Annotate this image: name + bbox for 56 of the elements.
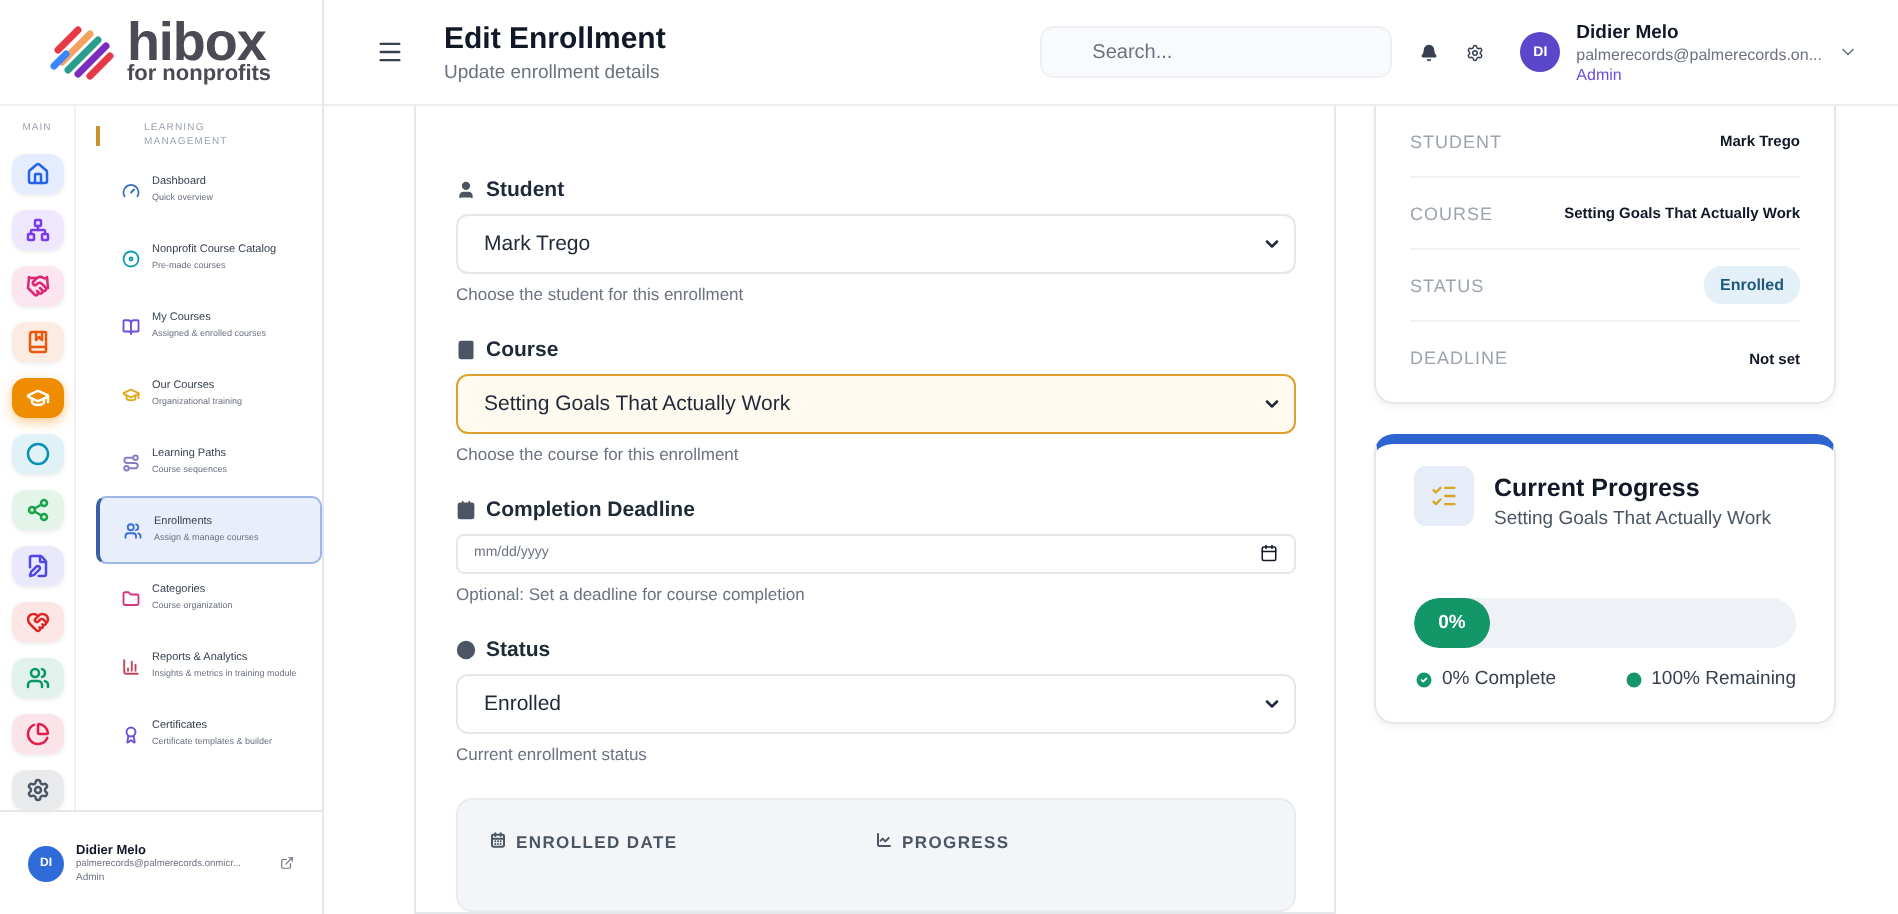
rail-tab[interactable] bbox=[11, 210, 63, 250]
select-field[interactable]: Enrolled bbox=[456, 674, 1296, 735]
progress-title: Current Progress bbox=[1494, 474, 1702, 502]
page-title: Edit Enrollment bbox=[444, 21, 668, 55]
progress-fill: 0% bbox=[1414, 598, 1490, 648]
rail-tab[interactable] bbox=[11, 602, 63, 642]
calendar-icon bbox=[490, 832, 506, 849]
rail-tab[interactable] bbox=[11, 490, 63, 530]
summary-label: DEADLINE bbox=[1410, 348, 1509, 368]
info-column-label: ENROLLED DATE bbox=[516, 832, 678, 853]
field-label-text: Student bbox=[486, 178, 565, 202]
summary-label: STUDENT bbox=[1410, 131, 1502, 151]
status-badge: Enrolled bbox=[1703, 266, 1800, 304]
remaining-legend: 100% Remaining bbox=[1651, 668, 1796, 690]
line-chart-icon bbox=[876, 832, 892, 849]
user-email: palmerecords@palmerecords.on... bbox=[1576, 45, 1822, 63]
calendar-icon bbox=[456, 499, 476, 520]
rail-tab[interactable] bbox=[11, 546, 63, 586]
field-hint: Choose the student for this enrollment bbox=[456, 283, 746, 304]
external-link-icon[interactable] bbox=[280, 856, 294, 870]
check-circle-icon bbox=[1414, 669, 1434, 689]
field-hint: Optional: Set a deadline for course completion bbox=[456, 584, 807, 605]
logo-tagline: for nonprofits bbox=[126, 65, 272, 85]
user-icon bbox=[456, 180, 476, 200]
checklist-icon bbox=[1414, 466, 1474, 526]
complete-legend: 0% Complete bbox=[1442, 668, 1557, 690]
rail-tab[interactable] bbox=[11, 322, 63, 362]
menu-icon[interactable] bbox=[376, 38, 404, 66]
field-label-text: Status bbox=[486, 638, 551, 663]
user-name: Didier Melo bbox=[1576, 21, 1681, 43]
select-field[interactable]: Mark Trego bbox=[456, 214, 1296, 274]
rail-tab[interactable] bbox=[11, 266, 63, 306]
bell-icon[interactable] bbox=[1420, 43, 1439, 61]
rail-tab[interactable] bbox=[11, 770, 63, 810]
user-role: Admin bbox=[1576, 65, 1624, 83]
rail-tab[interactable] bbox=[11, 714, 63, 754]
search-field[interactable]: Search... bbox=[1040, 26, 1393, 78]
field-hint: Current enrollment status bbox=[456, 744, 649, 765]
info-column-label: PROGRESS bbox=[902, 832, 1010, 853]
logo-mark-icon bbox=[50, 22, 119, 82]
summary-label: COURSE bbox=[1410, 203, 1494, 223]
rail-tab[interactable] bbox=[11, 658, 63, 698]
page-subtitle: Update enrollment details bbox=[444, 61, 662, 83]
field-label-text: Completion Deadline bbox=[486, 497, 695, 522]
field-label-text: Course bbox=[486, 337, 559, 362]
progress-subtitle: Setting Goals That Actually Work bbox=[1494, 508, 1772, 530]
settings-icon[interactable] bbox=[1466, 43, 1485, 61]
graduation-cap-icon bbox=[25, 386, 49, 410]
rail-tab[interactable] bbox=[11, 434, 63, 474]
select-field[interactable]: Setting Goals That Actually Work bbox=[456, 373, 1296, 434]
summary-label: STATUS bbox=[1410, 275, 1485, 295]
calendar-icon bbox=[1260, 544, 1278, 563]
field-hint: Choose the course for this enrollment bbox=[456, 443, 741, 464]
rail-tab[interactable] bbox=[11, 154, 63, 194]
book-icon bbox=[456, 339, 476, 360]
logo-name: hibox bbox=[126, 19, 266, 66]
